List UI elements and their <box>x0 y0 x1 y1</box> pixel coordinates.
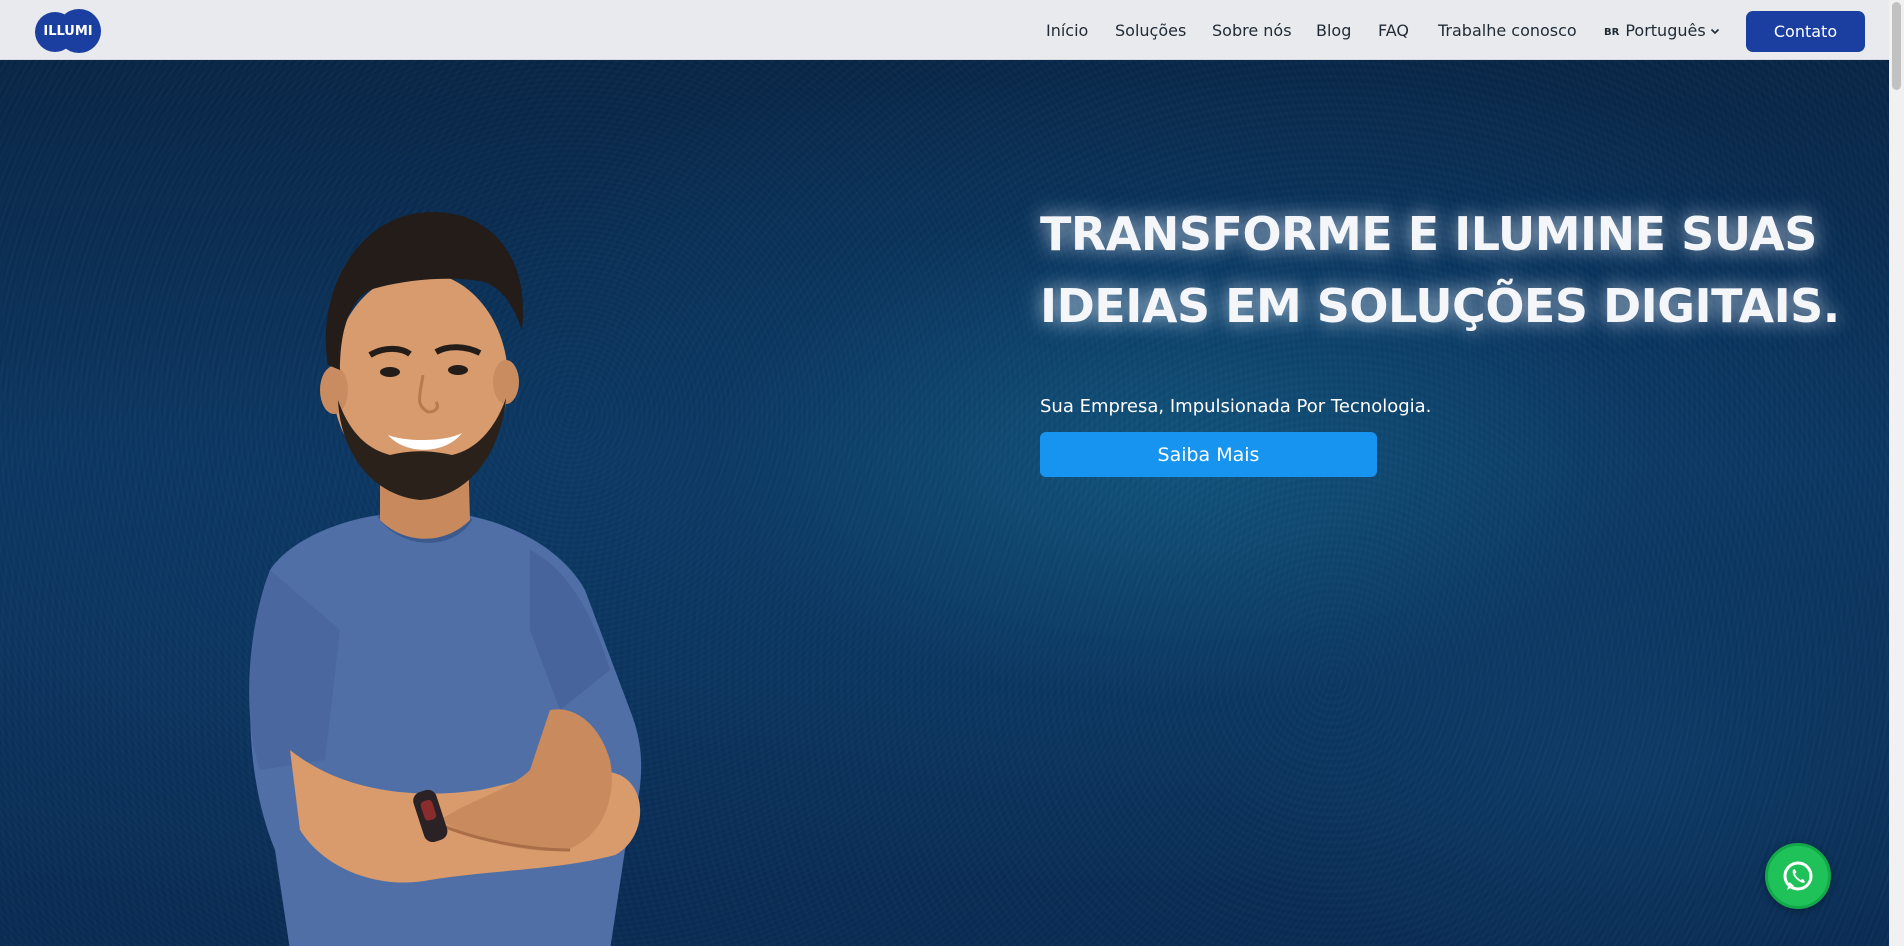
top-navbar: ILLUMI Início Soluções Sobre nós Blog FA… <box>0 0 1904 60</box>
brazil-flag-icon: BR <box>1604 26 1620 38</box>
hero-headline: TRANSFORME E ILUMINE SUAS IDEIAS EM SOLU… <box>1040 198 1840 342</box>
language-label: Português <box>1625 21 1706 40</box>
hero-person-image <box>249 211 642 946</box>
illumi-logo[interactable]: ILLUMI <box>35 9 101 53</box>
chevron-down-icon <box>1710 28 1719 34</box>
saiba-mais-button[interactable]: Saiba Mais <box>1040 432 1377 477</box>
hero-headline-line-2: IDEIAS EM SOLUÇÕES DIGITAIS. <box>1040 279 1840 333</box>
nav-link-sobre-nos[interactable]: Sobre nós <box>1212 21 1292 40</box>
nav-link-faq[interactable]: FAQ <box>1378 21 1409 40</box>
hero-section: TRANSFORME E ILUMINE SUAS IDEIAS EM SOLU… <box>0 60 1904 946</box>
nav-link-blog[interactable]: Blog <box>1316 21 1351 40</box>
scrollbar-thumb[interactable] <box>1892 2 1901 90</box>
whatsapp-chat-button[interactable] <box>1765 843 1831 909</box>
nav-link-trabalhe-conosco[interactable]: Trabalhe conosco <box>1438 21 1577 40</box>
contact-button[interactable]: Contato <box>1746 11 1865 52</box>
nav-link-inicio[interactable]: Início <box>1046 21 1088 40</box>
logo-text: ILLUMI <box>43 23 93 39</box>
nav-link-solucoes[interactable]: Soluções <box>1115 21 1186 40</box>
whatsapp-icon <box>1783 861 1813 891</box>
hero-headline-line-1: TRANSFORME E ILUMINE SUAS <box>1040 207 1817 261</box>
page-scrollbar[interactable] <box>1889 0 1904 946</box>
hero-subheadline: Sua Empresa, Impulsionada Por Tecnologia… <box>1040 396 1432 417</box>
language-selector[interactable]: BR Português <box>1604 21 1720 40</box>
